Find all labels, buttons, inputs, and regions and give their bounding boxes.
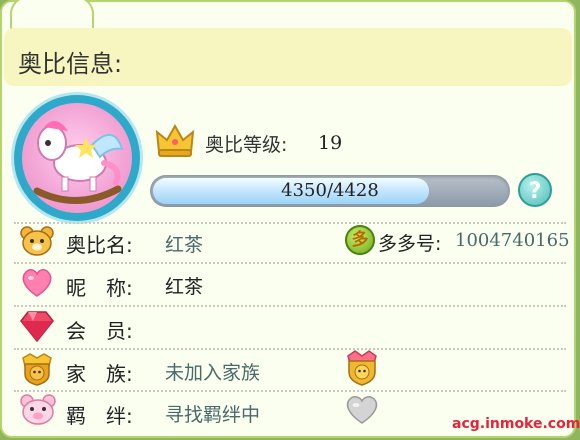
crown-icon [155,124,195,157]
rocking-horse-image [22,103,132,213]
page-title: 奥比信息: [18,50,123,78]
name-label: 奥比名: [66,233,133,257]
experience-bar: 4350/4428 [150,175,510,207]
divider [14,262,566,264]
nickname-value: 红茶 [165,276,204,298]
divider [14,390,566,392]
duoduo-label: 多多号: [378,233,442,255]
experience-text: 4350/4428 [281,180,379,201]
grey-heart-icon[interactable] [344,395,380,425]
name-value: 红茶 [165,234,204,256]
heart-icon [22,269,52,297]
divider [14,305,566,307]
level-label: 奥比等级: [205,134,288,156]
family-label: 家 族: [66,362,133,386]
level-value: 19 [318,132,343,154]
member-label: 会 员: [66,319,133,343]
duoduo-badge-icon: 多 [345,225,375,255]
bond-value: 寻找羁绊中 [165,404,261,426]
bond-label: 羁 绊: [66,404,133,428]
help-button[interactable]: ? [518,173,552,207]
family-value: 未加入家族 [165,362,261,384]
watermark: acg.inmoke.com [452,416,580,432]
family-shield-icon[interactable] [345,350,379,386]
duoduo-number: 1004740165 [455,230,570,251]
family-crest-icon [22,353,52,386]
divider [14,222,566,224]
nickname-label: 昵 称: [66,276,133,300]
pig-face-icon [20,394,56,425]
bear-face-icon [20,226,54,256]
avatar [14,95,140,221]
gem-icon [20,311,54,342]
divider [14,348,566,350]
